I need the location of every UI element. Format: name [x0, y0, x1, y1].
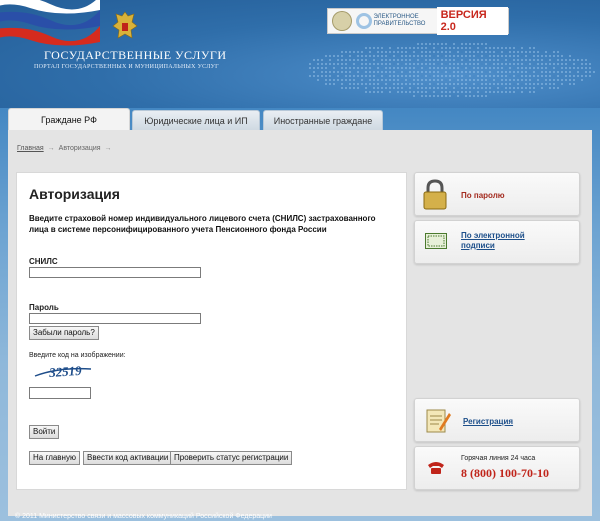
- site-subtitle: ПОРТАЛ ГОСУДАРСТВЕННЫХ И МУНИЦИПАЛЬНЫХ У…: [34, 64, 219, 70]
- egov-banner[interactable]: ЭЛЕКТРОННОЕ ПРАВИТЕЛЬСТВО ВЕРСИЯ 2.0: [327, 7, 509, 35]
- snils-input[interactable]: [29, 267, 201, 278]
- instruction-text: Введите страховой номер индивидуального …: [29, 214, 376, 234]
- egov-text: ЭЛЕКТРОННОЕ ПРАВИТЕЛЬСТВО: [373, 14, 426, 27]
- breadcrumb: Главная → Авторизация →: [17, 145, 116, 152]
- hotline-label: Горячая линия 24 часа: [461, 455, 536, 462]
- arrow-right-icon: →: [104, 145, 112, 152]
- tab-legal-entities[interactable]: Юридические лица и ИП: [132, 110, 260, 130]
- footer-copyright: © 2011 Министерство связи и массовых ком…: [15, 513, 272, 520]
- registration-card[interactable]: Регистрация: [414, 398, 580, 442]
- notepad-pen-icon: [426, 409, 451, 433]
- coat-of-arms-icon: [112, 11, 138, 39]
- arrow-right-icon: →: [47, 145, 55, 152]
- forgot-password-button[interactable]: Забыли пароль?: [29, 326, 99, 340]
- russian-flag-icon: [0, 0, 100, 46]
- activation-code-button[interactable]: Ввести код активации: [83, 451, 173, 465]
- password-input[interactable]: [29, 313, 201, 324]
- site-header: ГОСУДАРСТВЕННЫЕ УСЛУГИ ПОРТАЛ ГОСУДАРСТВ…: [0, 0, 600, 108]
- hotline-card: Горячая линия 24 часа 8 (800) 100-70-10: [414, 446, 580, 490]
- login-by-signature-link[interactable]: По электронной подписи: [461, 231, 551, 251]
- login-by-password-label: По паролю: [461, 191, 505, 200]
- tab-citizens[interactable]: Граждане РФ: [8, 108, 130, 130]
- captcha-image: 32519: [34, 363, 92, 380]
- site-title: ГОСУДАРСТВЕННЫЕ УСЛУГИ: [44, 48, 227, 62]
- egov-seal-icon: [332, 11, 352, 31]
- egov-ring-icon: [355, 13, 372, 29]
- breadcrumb-current: Авторизация: [58, 145, 101, 152]
- page-title: Авторизация: [29, 186, 120, 202]
- egov-version: ВЕРСИЯ 2.0: [436, 7, 508, 35]
- login-by-signature-card[interactable]: По электронной подписи: [414, 220, 580, 264]
- captcha-label: Введите код на изображении:: [29, 352, 126, 359]
- snils-label: СНИЛС: [29, 257, 58, 266]
- certificate-icon: [425, 233, 447, 249]
- breadcrumb-home-link[interactable]: Главная: [17, 145, 44, 152]
- home-button[interactable]: На главную: [29, 451, 80, 465]
- login-button[interactable]: Войти: [29, 425, 60, 439]
- hotline-number: 8 (800) 100-70-10: [461, 466, 549, 480]
- phone-icon: [428, 462, 444, 474]
- map-dots-decoration: [309, 43, 595, 97]
- registration-link[interactable]: Регистрация: [463, 417, 513, 426]
- check-status-button[interactable]: Проверить статус регистрации: [170, 451, 293, 465]
- content-panel: Главная → Авторизация → Авторизация Введите…: [8, 130, 592, 516]
- captcha-input[interactable]: [29, 387, 91, 399]
- login-by-password-card[interactable]: По паролю: [414, 172, 580, 216]
- password-label: Пароль: [29, 303, 59, 312]
- auth-form: Авторизация Введите страховой номер инди…: [16, 172, 407, 490]
- padlock-icon: [423, 179, 447, 210]
- tab-foreign-citizens[interactable]: Иностранные граждане: [263, 110, 383, 130]
